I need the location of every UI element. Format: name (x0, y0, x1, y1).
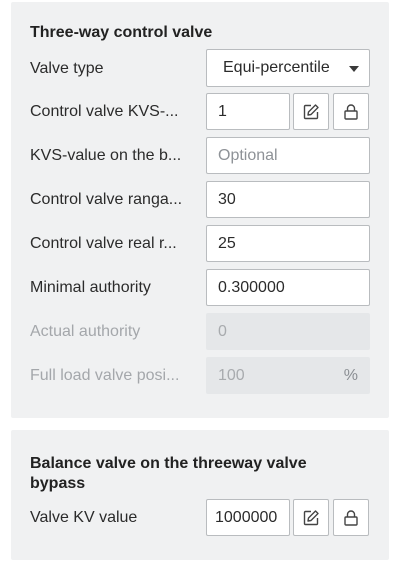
actual-authority-field: 0 (206, 313, 370, 350)
chevron-down-icon (349, 66, 359, 72)
section-title: Balance valve on the threeway valve bypa… (30, 455, 307, 492)
lock-icon (344, 509, 358, 526)
kvs-bypass-input[interactable]: Optional (206, 137, 370, 174)
rangeability-label: Control valve ranga... (30, 191, 183, 208)
edit-pencil-icon (303, 509, 319, 525)
actual-authority-label: Actual authority (30, 323, 141, 340)
real-rangeability-input[interactable]: 25 (206, 225, 370, 262)
full-load-position-label: Full load valve posi... (30, 367, 180, 384)
edit-pencil-icon (303, 103, 319, 119)
balance-valve-panel: Balance valve on the threeway valve bypa… (11, 430, 389, 560)
minimal-authority-input[interactable]: 0.300000 (206, 269, 370, 306)
valve-type-value: Equi-percentile (223, 59, 330, 76)
kvs-edit-button[interactable] (293, 93, 329, 130)
lock-icon (344, 103, 358, 120)
full-load-position-value: 100 (218, 367, 245, 384)
kvs-bypass-label: KVS-value on the b... (30, 147, 182, 164)
valve-kv-lock-button[interactable] (333, 499, 369, 536)
percent-unit: % (343, 367, 358, 384)
three-way-control-valve-panel: Three-way control valve Valve type Equi-… (11, 2, 389, 418)
valve-kv-input[interactable]: 1000000 (206, 499, 290, 536)
valve-type-select[interactable]: Equi-percentile (206, 49, 370, 87)
valve-kv-label: Valve KV value (30, 509, 138, 526)
full-load-position-field: 100 % (206, 357, 370, 394)
kvs-label: Control valve KVS-... (30, 103, 179, 120)
real-rangeability-label: Control valve real r... (30, 235, 177, 252)
section-title: Three-way control valve (30, 24, 213, 41)
valve-type-label: Valve type (30, 60, 104, 77)
kvs-input[interactable]: 1 (206, 93, 290, 130)
valve-kv-edit-button[interactable] (293, 499, 329, 536)
kvs-lock-button[interactable] (333, 93, 369, 130)
rangeability-input[interactable]: 30 (206, 181, 370, 218)
minimal-authority-label: Minimal authority (30, 279, 151, 296)
